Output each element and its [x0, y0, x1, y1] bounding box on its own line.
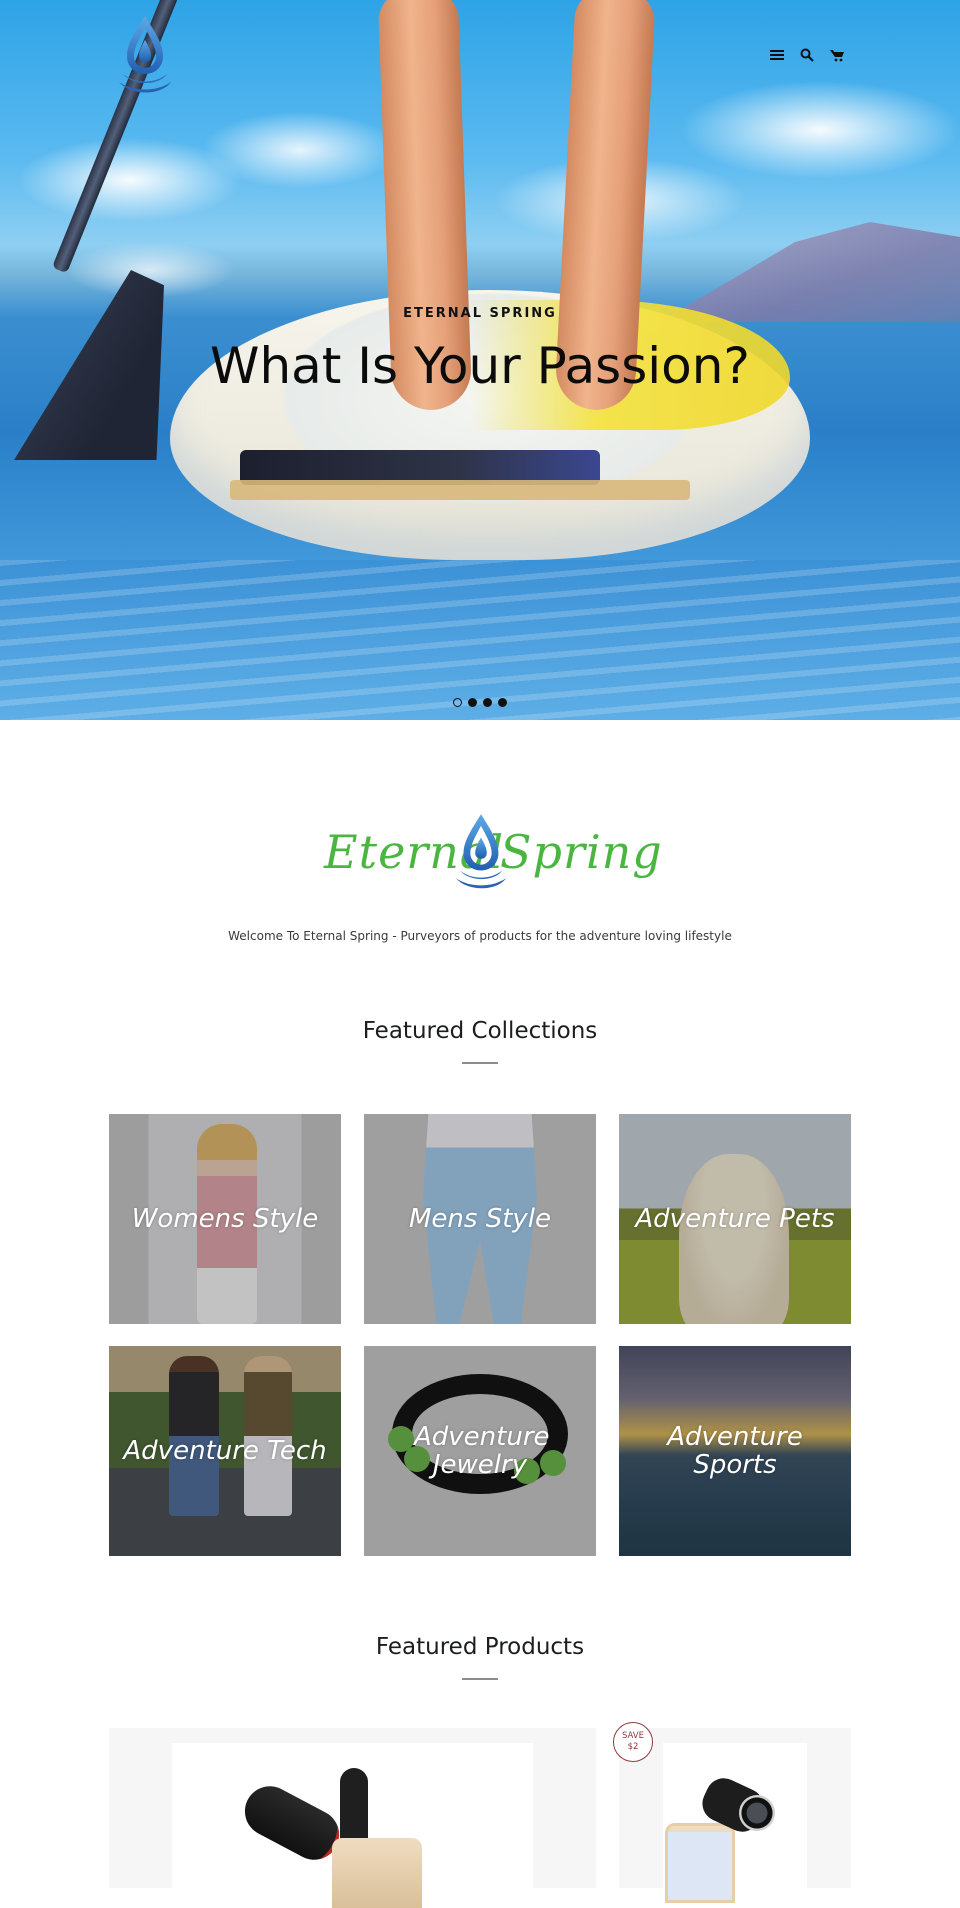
site-header — [0, 0, 960, 110]
featured-products-header: Featured Products — [0, 1634, 960, 1680]
water-drop-logo-icon — [119, 16, 171, 93]
cart-icon[interactable] — [828, 46, 846, 64]
collection-label: Adventure Jewelry — [414, 1422, 550, 1480]
collection-adventure-tech[interactable]: Adventure Tech — [109, 1346, 341, 1556]
collections-grid: Womens Style Mens Style Adventure Pets A… — [109, 1114, 851, 1556]
section-divider — [462, 1062, 498, 1064]
hero-title: What Is Your Passion? — [210, 337, 750, 395]
slide-dot-4[interactable] — [498, 698, 507, 707]
collection-adventure-jewelry[interactable]: Adventure Jewelry — [364, 1346, 596, 1556]
slide-dot-3[interactable] — [483, 698, 492, 707]
collection-label: Mens Style — [408, 1204, 552, 1234]
collection-label: Adventure Tech — [123, 1436, 327, 1466]
intro-section: Eternal Spring Welcome To Eternal Spring… — [0, 720, 960, 943]
site-logo[interactable] — [113, 14, 177, 94]
sale-badge-label: SAVE — [621, 1731, 644, 1741]
slide-dot-2[interactable] — [468, 698, 477, 707]
featured-products-title: Featured Products — [375, 1634, 585, 1660]
sale-badge: SAVE $2 — [613, 1722, 653, 1762]
product-image-lens-ring — [739, 1795, 775, 1831]
product-image — [663, 1743, 807, 1903]
collection-label: Womens Style — [131, 1204, 319, 1234]
collection-womens-style[interactable]: Womens Style — [109, 1114, 341, 1324]
collection-adventure-pets[interactable]: Adventure Pets — [619, 1114, 851, 1324]
collection-label: Adventure Sports — [667, 1422, 803, 1480]
welcome-text: Welcome To Eternal Spring - Purveyors of… — [228, 929, 732, 943]
hero-eyebrow: ETERNAL SPRING — [403, 306, 557, 321]
featured-collections-title: Featured Collections — [362, 1018, 598, 1044]
search-icon[interactable] — [798, 46, 816, 64]
brand-logo: Eternal Spring — [300, 805, 663, 905]
header-actions — [768, 46, 846, 64]
featured-collections-header: Featured Collections — [0, 1018, 960, 1064]
slide-dot-1[interactable] — [453, 698, 462, 707]
hero-board-deck-art — [230, 480, 690, 500]
collection-adventure-sports[interactable]: Adventure Sports — [619, 1346, 851, 1556]
hero-caption: ETERNAL SPRING What Is Your Passion? — [0, 306, 960, 395]
hero-slideshow: ETERNAL SPRING What Is Your Passion? — [0, 0, 960, 720]
collection-label: Adventure Pets — [635, 1204, 835, 1234]
section-divider — [462, 1678, 498, 1680]
products-grid: SAVE $2 — [109, 1722, 851, 1908]
hero-water-reflection — [0, 560, 960, 720]
brand-word-spring: Spring — [500, 825, 663, 879]
sale-badge-amount: $2 — [627, 1742, 639, 1752]
slideshow-pagination — [0, 698, 960, 707]
product-image-phone — [665, 1823, 735, 1903]
product-image — [172, 1743, 533, 1908]
collection-mens-style[interactable]: Mens Style — [364, 1114, 596, 1324]
product-card[interactable]: SAVE $2 — [613, 1722, 851, 1903]
hamburger-menu-icon[interactable] — [768, 46, 786, 64]
product-image-phone — [332, 1838, 422, 1908]
product-card[interactable] — [109, 1728, 596, 1908]
